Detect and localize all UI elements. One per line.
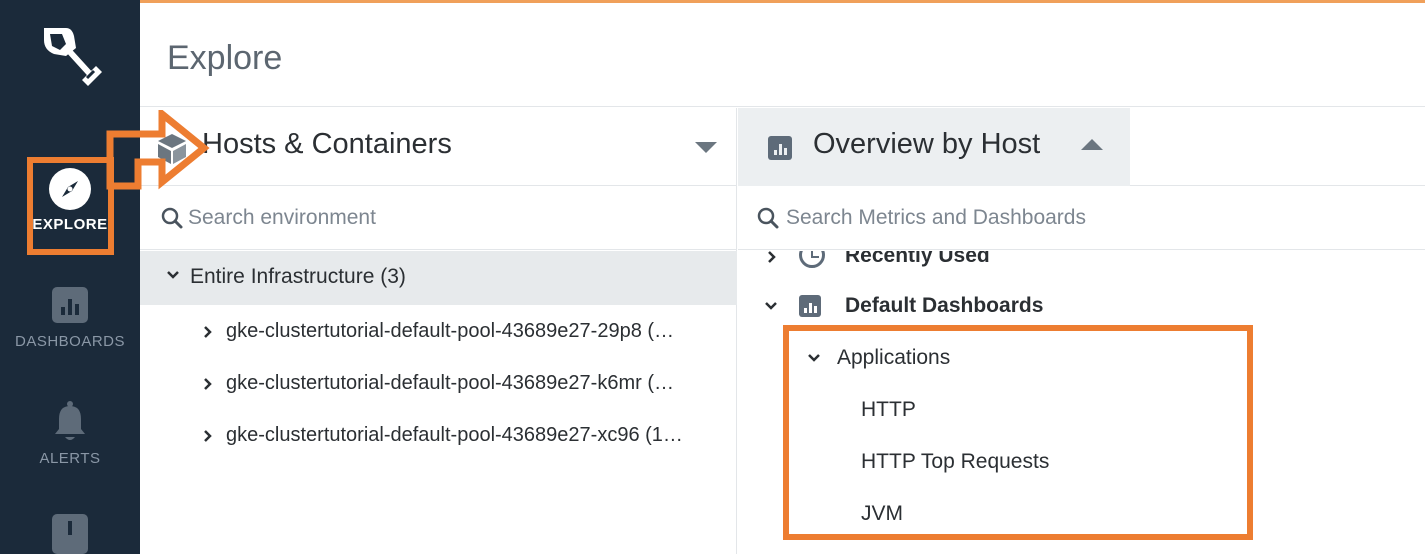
hosts-panel-header[interactable]: Hosts & Containers bbox=[140, 108, 737, 186]
dashboard-icon bbox=[768, 136, 792, 160]
metrics-search bbox=[738, 186, 1425, 250]
chevron-down-icon bbox=[765, 302, 777, 310]
clock-icon bbox=[799, 251, 825, 268]
overview-by-host-dropdown[interactable]: Overview by Host bbox=[738, 108, 1130, 186]
chevron-down-icon bbox=[167, 271, 179, 279]
hosts-panel-title: Hosts & Containers bbox=[202, 128, 452, 160]
sidebar-item-label: ALERTS bbox=[39, 450, 101, 467]
caret-down-icon[interactable] bbox=[695, 142, 717, 153]
alert-square-icon bbox=[52, 514, 88, 554]
search-environment-input[interactable] bbox=[188, 200, 708, 236]
sidebar-item-events[interactable] bbox=[0, 514, 140, 554]
tree-group-recently-used[interactable]: Recently Used bbox=[738, 251, 1425, 277]
bell-icon bbox=[52, 400, 88, 440]
sidebar-item-dashboards[interactable]: DASHBOARDS bbox=[0, 287, 140, 350]
sidebar-item-label: DASHBOARDS bbox=[14, 333, 126, 350]
tree-root-entire-infrastructure[interactable]: Entire Infrastructure (3) bbox=[140, 251, 737, 305]
tree-node-host[interactable]: gke-clustertutorial-default-pool-43689e2… bbox=[140, 308, 737, 356]
chevron-right-icon bbox=[204, 378, 212, 390]
tree-node-label: gke-clustertutorial-default-pool-43689e2… bbox=[226, 372, 674, 394]
highlight-box-applications bbox=[783, 325, 1253, 540]
tree-node-label: gke-clustertutorial-default-pool-43689e2… bbox=[226, 424, 683, 446]
sidebar-item-alerts[interactable]: ALERTS bbox=[0, 400, 140, 467]
tree-node-label: gke-clustertutorial-default-pool-43689e2… bbox=[226, 320, 675, 342]
sidebar: EXPLORE DASHBOARDS ALERTS bbox=[0, 0, 140, 554]
dashboard-icon bbox=[799, 295, 821, 317]
chevron-right-icon bbox=[768, 251, 776, 263]
hosts-panel: Hosts & Containers Entire Infrastructure… bbox=[140, 108, 737, 554]
annotation-arrow-icon bbox=[106, 110, 210, 190]
search-metrics-input[interactable] bbox=[786, 200, 1406, 236]
page-title: Explore bbox=[167, 39, 283, 77]
search-icon bbox=[161, 207, 183, 229]
shovel-logo-icon[interactable] bbox=[36, 22, 106, 90]
dashboard-icon bbox=[52, 287, 88, 323]
chevron-right-icon bbox=[204, 430, 212, 442]
caret-up-icon[interactable] bbox=[1081, 139, 1103, 150]
tree-node-host[interactable]: gke-clustertutorial-default-pool-43689e2… bbox=[140, 360, 737, 408]
page-header: Explore bbox=[140, 3, 1425, 107]
environment-search bbox=[140, 186, 737, 250]
tree-group-label: Recently Used bbox=[845, 251, 990, 267]
dashboard-selector-title: Overview by Host bbox=[813, 128, 1041, 160]
tree-node-host[interactable]: gke-clustertutorial-default-pool-43689e2… bbox=[140, 412, 737, 460]
search-icon bbox=[757, 207, 779, 229]
chevron-right-icon bbox=[204, 326, 212, 338]
tree-group-default-dashboards[interactable]: Default Dashboards bbox=[738, 287, 1425, 327]
tree-group-label: Default Dashboards bbox=[845, 294, 1044, 317]
tree-root-label: Entire Infrastructure (3) bbox=[190, 265, 406, 288]
